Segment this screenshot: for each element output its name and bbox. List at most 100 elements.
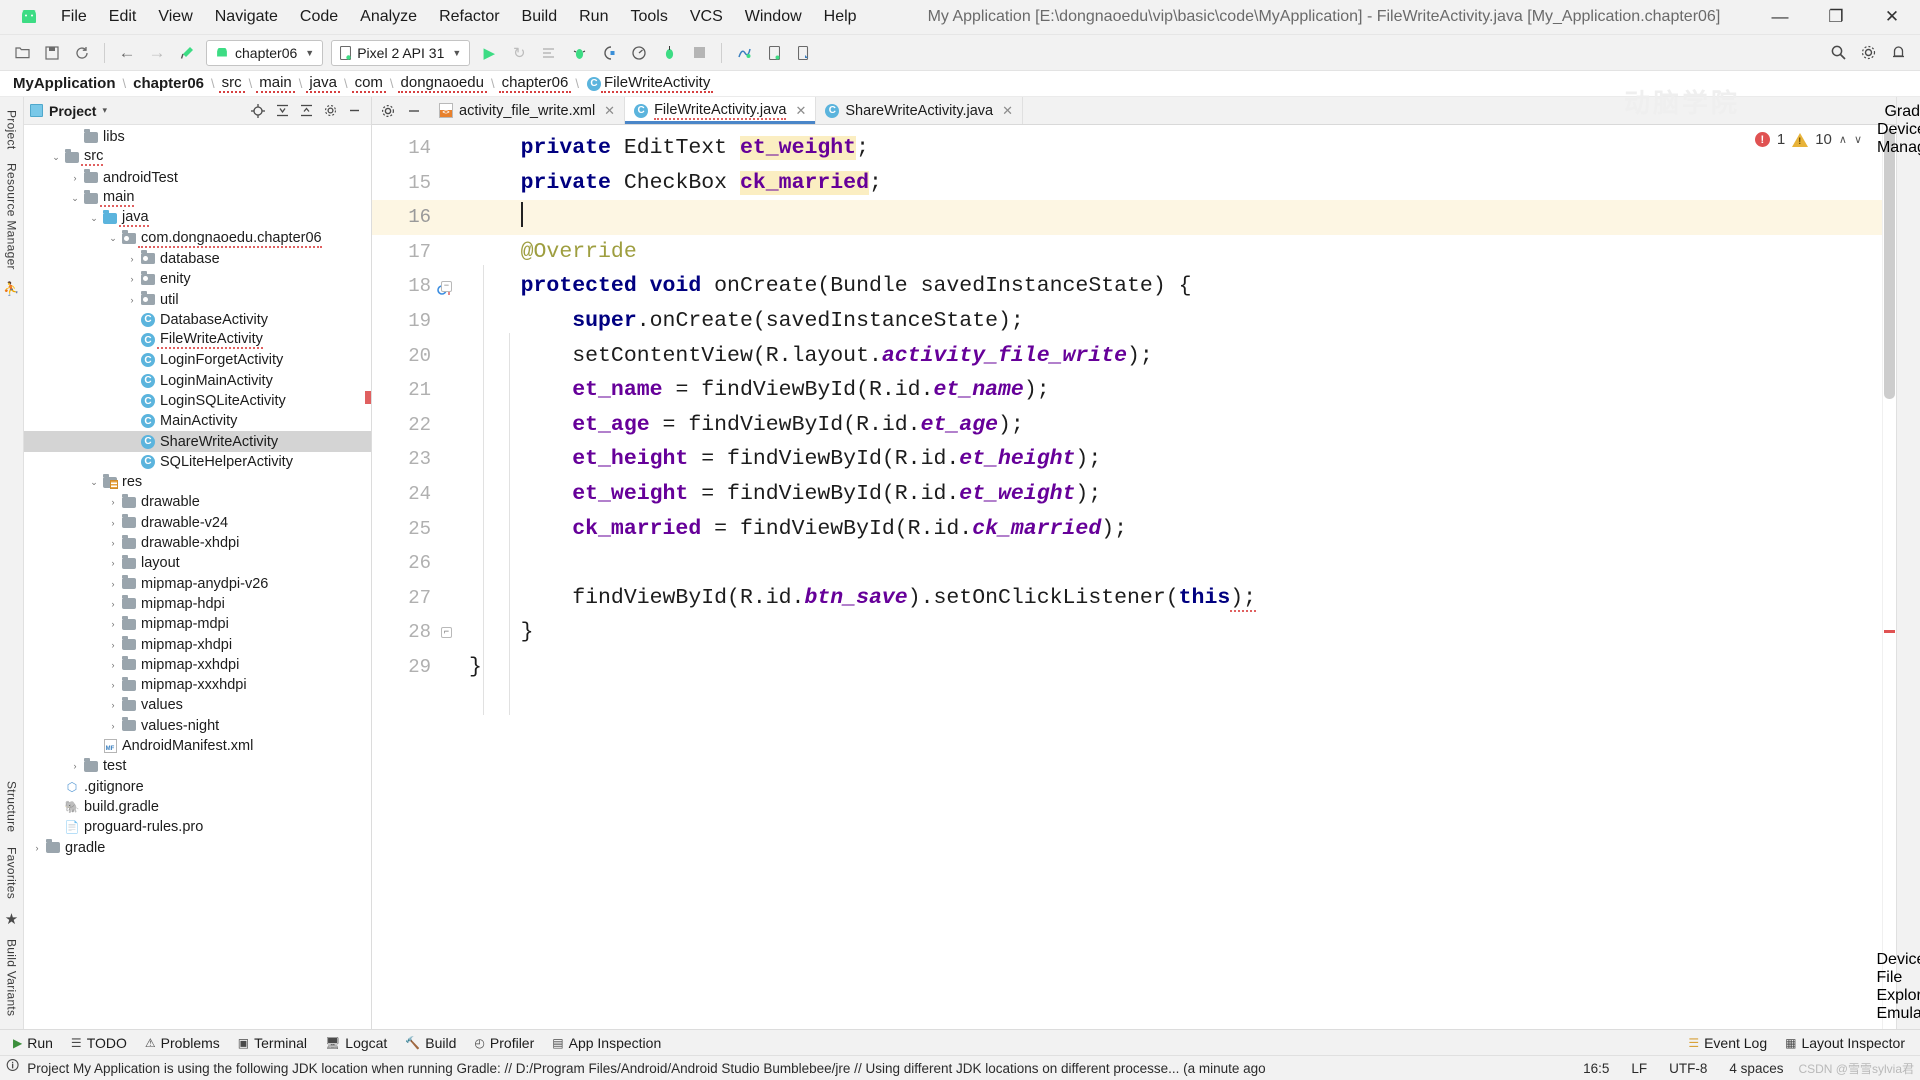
rail-item-device-file-explorer[interactable]: Device File Explorer	[1876, 951, 1920, 1005]
code-line[interactable]: et_age = findViewById(R.id.et_age);	[457, 408, 1882, 443]
navigate-back-icon[interactable]: ←	[113, 40, 141, 66]
line-number[interactable]: 19	[372, 304, 457, 339]
breadcrumb-item-chapter06[interactable]: chapter06	[130, 75, 207, 92]
search-icon[interactable]	[1824, 40, 1852, 66]
tree-item-loginmainactivity[interactable]: C LoginMainActivity	[24, 371, 371, 391]
tree-item-loginsqliteactivity[interactable]: C LoginSQLiteActivity	[24, 391, 371, 411]
rerun-button[interactable]: ↻	[505, 40, 533, 66]
code-line[interactable]: ck_married = findViewById(R.id.ck_marrie…	[457, 512, 1882, 547]
tree-item-databaseactivity[interactable]: C DatabaseActivity	[24, 310, 371, 330]
avd-manager-icon[interactable]	[760, 40, 788, 66]
chevron-right-icon[interactable]: ›	[125, 295, 139, 305]
code-fold-toggle[interactable]: −	[441, 281, 452, 293]
tree-item-values[interactable]: › values	[24, 695, 371, 715]
tree-item-drawable-v24[interactable]: › drawable-v24	[24, 513, 371, 533]
menu-file[interactable]: File	[50, 5, 98, 29]
chevron-right-icon[interactable]: ›	[30, 843, 44, 853]
close-icon[interactable]: ✕	[1002, 103, 1013, 119]
close-icon[interactable]: ✕	[795, 103, 806, 119]
navigate-forward-icon[interactable]: →	[143, 40, 171, 66]
tree-item-database[interactable]: › database	[24, 249, 371, 269]
line-number[interactable]: 24	[372, 477, 457, 512]
indent-setting[interactable]: 4 spaces	[1722, 1061, 1790, 1076]
apply-changes-icon[interactable]	[535, 40, 563, 66]
inspection-widget[interactable]: ! 1 10 ∧ ∨	[1754, 131, 1862, 148]
line-number[interactable]: 18−	[372, 269, 457, 304]
tool-window-terminal[interactable]: ▣ Terminal	[229, 1032, 316, 1054]
editor-settings-gear-icon[interactable]	[376, 99, 400, 123]
tree-item-loginforgetactivity[interactable]: C LoginForgetActivity	[24, 350, 371, 370]
code-line[interactable]	[457, 546, 1882, 581]
chevron-right-icon[interactable]: ›	[125, 274, 139, 284]
tool-window-event-log[interactable]: ☰ Event Log	[1679, 1032, 1776, 1054]
debug-icon[interactable]	[565, 40, 593, 66]
rail-item-device-manager[interactable]: Device Manager	[1877, 121, 1920, 157]
rail-item-build-variants[interactable]: Build Variants	[5, 932, 19, 1023]
tree-item-filewriteactivity[interactable]: C FileWriteActivity	[24, 330, 371, 350]
code-line[interactable]: }	[457, 650, 1882, 685]
tool-window-todo[interactable]: ☰ TODO	[62, 1032, 136, 1054]
rail-item-resource-manager[interactable]: Resource Manager	[5, 156, 19, 277]
tree-item-androidmanifest-xml[interactable]: MF AndroidManifest.xml	[24, 736, 371, 756]
line-number[interactable]: 27	[372, 581, 457, 616]
project-tree[interactable]: libs ⌄ src › androidTest ⌄ main ⌄ java ⌄ com.dongn…	[24, 125, 371, 1029]
chevron-up-icon[interactable]: ∧	[1839, 133, 1847, 146]
code-line[interactable]: findViewById(R.id.btn_save).setOnClickLi…	[457, 581, 1882, 616]
hide-icon[interactable]	[343, 100, 365, 122]
line-number[interactable]: 17	[372, 235, 457, 270]
collapse-all-icon[interactable]	[295, 100, 317, 122]
line-number[interactable]: 16	[372, 200, 457, 235]
run-button[interactable]: ▶	[475, 40, 503, 66]
breadcrumb-item-main[interactable]: main	[256, 74, 295, 93]
code-line[interactable]: private EditText et_weight;	[457, 131, 1882, 166]
stop-icon[interactable]	[685, 40, 713, 66]
tool-window-app-inspection[interactable]: ▤ App Inspection	[543, 1032, 670, 1054]
rail-item-gradle[interactable]: Gradle	[1884, 103, 1920, 121]
error-stripe[interactable]	[1882, 125, 1896, 1029]
tree-item-build-gradle[interactable]: 🐘 build.gradle	[24, 797, 371, 817]
tree-item-mipmap-xxxhdpi[interactable]: › mipmap-xxxhdpi	[24, 675, 371, 695]
file-encoding[interactable]: UTF-8	[1662, 1061, 1714, 1076]
expand-all-icon[interactable]	[271, 100, 293, 122]
menu-build[interactable]: Build	[511, 5, 569, 29]
chevron-down-icon[interactable]: ▾	[102, 105, 107, 116]
chevron-right-icon[interactable]: ›	[106, 518, 120, 528]
gear-icon[interactable]	[1854, 40, 1882, 66]
breadcrumb-item-java[interactable]: java	[306, 74, 340, 93]
chevron-down-icon[interactable]: ⌄	[87, 477, 101, 488]
chevron-down-icon[interactable]: ⌄	[106, 233, 120, 244]
code-line[interactable]: @Override	[457, 235, 1882, 270]
line-number[interactable]: 29	[372, 650, 457, 685]
tree-item--gitignore[interactable]: ⬡ .gitignore	[24, 777, 371, 797]
tree-item-mainactivity[interactable]: C MainActivity	[24, 411, 371, 431]
line-number[interactable]: 14	[372, 131, 457, 166]
chevron-right-icon[interactable]: ›	[125, 254, 139, 264]
breadcrumb-item-chapter06-pkg[interactable]: chapter06	[498, 74, 572, 93]
chevron-right-icon[interactable]: ›	[68, 173, 82, 183]
close-button[interactable]: ✕	[1864, 0, 1920, 35]
menu-vcs[interactable]: VCS	[679, 5, 734, 29]
breadcrumb-item-dongnaoedu[interactable]: dongnaoedu	[397, 74, 487, 93]
accessibility-icon[interactable]: ⛹	[3, 277, 19, 301]
tree-item-java[interactable]: ⌄ java	[24, 208, 371, 228]
tool-window-logcat[interactable]: 🖥 Logcat	[316, 1032, 396, 1054]
line-number[interactable]: 25	[372, 512, 457, 547]
maximize-button[interactable]: ❐	[1808, 0, 1864, 35]
chevron-right-icon[interactable]: ›	[106, 538, 120, 548]
build-hammer-icon[interactable]	[173, 40, 201, 66]
line-number[interactable]: 26	[372, 546, 457, 581]
chevron-right-icon[interactable]: ›	[106, 680, 120, 690]
breadcrumb-item-filewriteactivity[interactable]: FileWriteActivity	[600, 74, 714, 93]
code-line[interactable]: et_height = findViewById(R.id.et_height)…	[457, 442, 1882, 477]
tree-item-mipmap-anydpi-v26[interactable]: › mipmap-anydpi-v26	[24, 574, 371, 594]
save-all-icon[interactable]	[38, 40, 66, 66]
editor-hide-icon[interactable]	[402, 99, 426, 123]
tree-item-src[interactable]: ⌄ src	[24, 147, 371, 167]
tree-item-gradle[interactable]: › gradle	[24, 837, 371, 857]
settings-gear-icon[interactable]	[319, 100, 341, 122]
tree-item-layout[interactable]: › layout	[24, 553, 371, 573]
module-selector[interactable]: chapter06 ▼	[206, 39, 324, 66]
tree-item-com-dongnaoedu-chapter06[interactable]: ⌄ com.dongnaoedu.chapter06	[24, 228, 371, 248]
code-line[interactable]: setContentView(R.layout.activity_file_wr…	[457, 339, 1882, 374]
chevron-right-icon[interactable]: ›	[106, 599, 120, 609]
